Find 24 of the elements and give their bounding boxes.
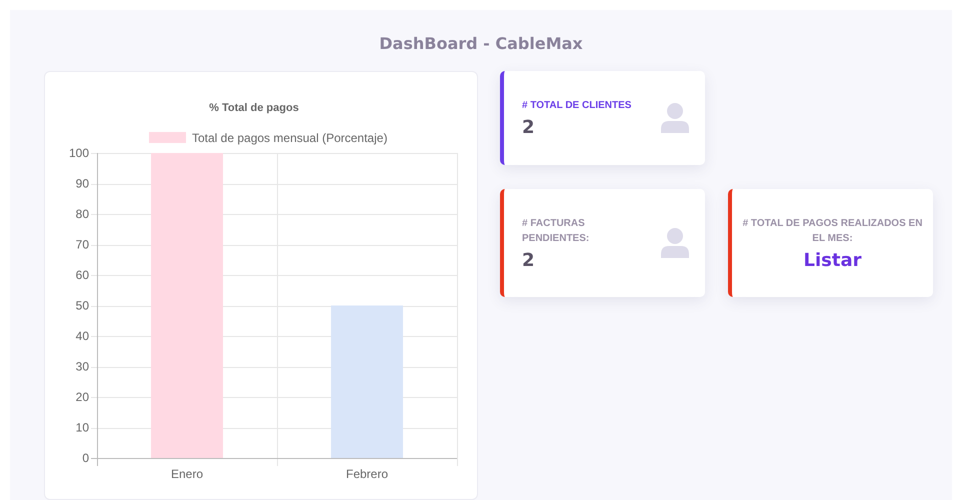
y-tick-label: 50 xyxy=(76,298,89,312)
stat-value: 2 xyxy=(522,250,536,270)
y-tick-label: 100 xyxy=(68,146,89,160)
y-tick-label: 90 xyxy=(76,176,89,190)
y-tick-label: 40 xyxy=(76,329,89,343)
y-tick-label: 30 xyxy=(76,360,89,374)
stat-label: # TOTAL DE PAGOS REALIZADOS EN EL MES: xyxy=(742,216,924,246)
x-tick-label: Febrero xyxy=(346,467,388,481)
y-tick-label: 70 xyxy=(76,238,89,252)
y-tick-label: 60 xyxy=(76,268,89,282)
y-tick-label: 80 xyxy=(76,207,89,221)
user-icon xyxy=(661,103,689,133)
chart-title: % Total de pagos xyxy=(209,102,299,114)
page-title: DashBoard - CableMax xyxy=(378,33,584,55)
user-icon xyxy=(661,228,689,258)
y-tick-label: 20 xyxy=(76,390,89,404)
stat-value: 2 xyxy=(522,117,536,138)
list-link[interactable]: Listar xyxy=(804,250,862,270)
stat-label: # TOTAL DE CLIENTES xyxy=(522,99,632,113)
stat-label: # FACTURAS PENDIENTES: xyxy=(522,216,590,246)
y-tick-label: 0 xyxy=(82,451,89,465)
x-tick-label: Enero xyxy=(170,467,204,481)
legend-label: Total de pagos mensual (Porcentaje) xyxy=(192,131,388,145)
y-tick-label: 10 xyxy=(76,420,89,434)
